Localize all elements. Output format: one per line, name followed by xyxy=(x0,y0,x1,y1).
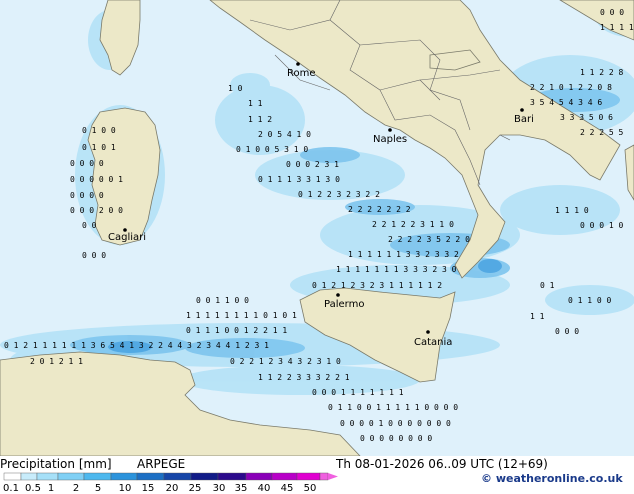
catania-marker xyxy=(426,330,430,334)
scale-swatch xyxy=(20,472,38,481)
city-label-rome: Rome xyxy=(287,68,316,79)
naples-marker xyxy=(388,128,392,132)
svg-text:0 1 2 1 2 3 2 3 1 1 1 1 1 2: 0 1 2 1 2 3 2 3 1 1 1 1 1 2 xyxy=(312,281,442,290)
scale-label: 2 xyxy=(72,483,80,494)
svg-text:0 1: 0 1 xyxy=(540,281,555,290)
svg-text:1 1 2 2 8: 1 1 2 2 8 xyxy=(580,68,624,77)
svg-text:3 5 4 5 4 3 4 6: 3 5 4 5 4 3 4 6 xyxy=(530,98,602,107)
svg-text:0 2 2 1 2 3 4 3 2 3 1 0: 0 2 2 1 2 3 4 3 2 3 1 0 xyxy=(230,357,341,366)
scale-arrow xyxy=(328,473,338,480)
scale-label: 20 xyxy=(165,483,179,494)
svg-text:0 0 0 0 0 0 0 0: 0 0 0 0 0 0 0 0 xyxy=(360,434,432,443)
svg-text:1 1 1 1 1 1 1 1 0 1 0 1: 1 1 1 1 1 1 1 1 0 1 0 1 xyxy=(186,311,297,320)
scale-label: 30 xyxy=(212,483,226,494)
scale-swatch xyxy=(245,472,273,481)
svg-text:0 0 0 0: 0 0 0 0 xyxy=(70,191,104,200)
svg-text:1 1 1 0: 1 1 1 0 xyxy=(555,206,589,215)
svg-text:2 2 1 2 2 3 1 1 0: 2 2 1 2 2 3 1 1 0 xyxy=(372,220,454,229)
bari-marker xyxy=(520,108,524,112)
scale-label: 35 xyxy=(234,483,248,494)
svg-text:0 1 0 0 5 3 1 0: 0 1 0 0 5 3 1 0 xyxy=(236,145,308,154)
svg-text:3 3 3 5 0 6: 3 3 3 5 0 6 xyxy=(560,113,613,122)
svg-text:0 1 2 2 3 2 3 2 2: 0 1 2 2 3 2 3 2 2 xyxy=(298,190,380,199)
svg-text:0 1 0 1: 0 1 0 1 xyxy=(82,143,116,152)
svg-text:2 2 1 0 1 2 2 0 8: 2 2 1 0 1 2 2 0 8 xyxy=(530,83,612,92)
svg-text:0 0 0 0 0 1: 0 0 0 0 0 1 xyxy=(70,175,123,184)
svg-text:2 2 2 2 2 2 2: 2 2 2 2 2 2 2 xyxy=(348,205,411,214)
svg-text:1 1: 1 1 xyxy=(248,99,263,108)
city-label-catania: Catania xyxy=(414,337,452,348)
scale-label: 15 xyxy=(141,483,155,494)
scale-label: 1 xyxy=(47,483,55,494)
svg-text:2 0 5 4 1 0: 2 0 5 4 1 0 xyxy=(258,130,311,139)
precipitation-map: 1 0 1 1 1 1 2 2 0 5 4 1 0 0 1 0 0 5 3 1 … xyxy=(0,0,634,456)
svg-text:0 0 0 1 0: 0 0 0 1 0 xyxy=(580,221,624,230)
svg-text:0 1 1 1 0 0 1 2 2 1 1: 0 1 1 1 0 0 1 2 2 1 1 xyxy=(186,326,287,335)
scale-swatch xyxy=(296,472,321,481)
scale-swatch xyxy=(163,472,192,481)
scale-label: 0.1 xyxy=(3,483,19,494)
scale-label: 0.5 xyxy=(25,483,41,494)
scale-swatch xyxy=(36,472,59,481)
svg-text:0 0: 0 0 xyxy=(82,221,97,230)
model-label: ARPEGE xyxy=(137,457,186,471)
palermo-marker xyxy=(336,293,340,297)
scale-swatch xyxy=(136,472,165,481)
product-label: Precipitation [mm] xyxy=(0,457,112,471)
svg-text:0 0 0 2 3 1: 0 0 0 2 3 1 xyxy=(286,160,339,169)
svg-text:0 1 1 0 0 1 1 1 1 1 0 0 0 0: 0 1 1 0 0 1 1 1 1 1 0 0 0 0 xyxy=(328,403,458,412)
scale-swatch xyxy=(271,472,298,481)
scale-swatch xyxy=(190,472,219,481)
svg-text:0 0 0 2 0 0: 0 0 0 2 0 0 xyxy=(70,206,123,215)
svg-text:1 0: 1 0 xyxy=(228,84,243,93)
credit-label[interactable]: © weatheronline.co.uk xyxy=(481,472,623,485)
scale-label: 10 xyxy=(118,483,132,494)
svg-text:1 1 2 2 3 3 3 2 2 1: 1 1 2 2 3 3 3 2 2 1 xyxy=(258,373,350,382)
svg-text:1 1 1 1 1 1 1 3 3 3 2 3 0: 1 1 1 1 1 1 1 3 3 3 2 3 0 xyxy=(336,265,457,274)
svg-text:0 0 0 1 1 1 1 1 1 1: 0 0 0 1 1 1 1 1 1 1 xyxy=(312,388,404,397)
scale-swatch xyxy=(110,472,138,481)
svg-text:0 1 1 1 3 3 1 3 0: 0 1 1 1 3 3 1 3 0 xyxy=(258,175,340,184)
scale-swatch xyxy=(217,472,247,481)
scale-swatch xyxy=(83,472,112,481)
svg-text:0 0 0 0 1 0 0 0 0 0 0 0: 0 0 0 0 1 0 0 0 0 0 0 0 xyxy=(340,419,451,428)
svg-text:0 1 0 0: 0 1 0 0 xyxy=(82,126,116,135)
svg-text:0 1 1 0 0: 0 1 1 0 0 xyxy=(568,296,612,305)
svg-text:0 0 0: 0 0 0 xyxy=(82,251,106,260)
scale-swatch xyxy=(3,472,22,481)
rome-marker xyxy=(296,62,300,66)
svg-text:0 0 0: 0 0 0 xyxy=(555,327,579,336)
svg-text:0 0 0: 0 0 0 xyxy=(600,8,624,17)
scale-label: 25 xyxy=(188,483,202,494)
svg-text:1 1 1 1: 1 1 1 1 xyxy=(600,23,634,32)
svg-text:2 2 2 5 5: 2 2 2 5 5 xyxy=(580,128,624,137)
svg-text:1 1 2: 1 1 2 xyxy=(248,115,272,124)
svg-text:1 1 1 1 1 1 3 3 2 3 3 2: 1 1 1 1 1 1 3 3 2 3 3 2 xyxy=(348,250,459,259)
svg-text:0 0 1 1 0 0: 0 0 1 1 0 0 xyxy=(196,296,249,305)
svg-text:0 1 2 1 1 1 1 1 1 3 6 5 4 1 3: 0 1 2 1 1 1 1 1 1 3 6 5 4 1 3 2 2 4 4 3 … xyxy=(4,341,269,350)
scale-swatch xyxy=(57,472,85,481)
scale-swatch xyxy=(319,472,329,481)
city-label-cagliari: Cagliari xyxy=(108,232,146,243)
scale-label: 50 xyxy=(303,483,317,494)
city-label-bari: Bari xyxy=(514,114,534,125)
scale-label: 45 xyxy=(280,483,294,494)
city-label-naples: Naples xyxy=(373,134,407,145)
valid-time-label: Th 08-01-2026 06..09 UTC (12+69) xyxy=(336,457,548,471)
scale-label: 40 xyxy=(257,483,271,494)
svg-text:2 0 1 2 1 1: 2 0 1 2 1 1 xyxy=(30,357,83,366)
svg-text:0 0 0 0: 0 0 0 0 xyxy=(70,159,104,168)
svg-text:1 1: 1 1 xyxy=(530,312,545,321)
city-label-palermo: Palermo xyxy=(324,299,364,310)
scale-label: 5 xyxy=(94,483,102,494)
svg-text:2 2 2 2 3 5 2 2 0: 2 2 2 2 3 5 2 2 0 xyxy=(388,235,470,244)
